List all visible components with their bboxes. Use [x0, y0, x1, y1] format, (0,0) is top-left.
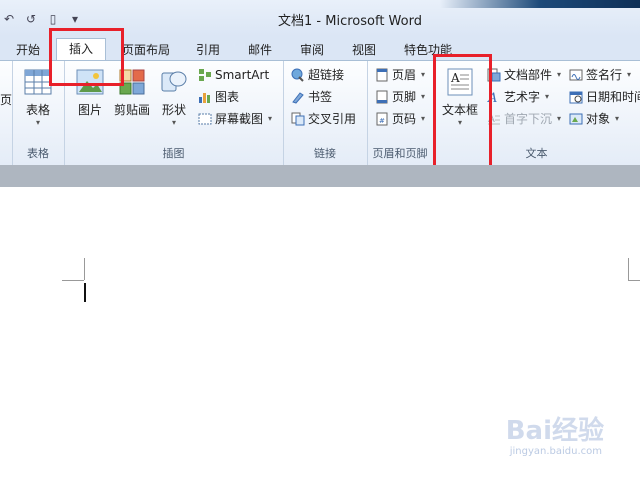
calendar-icon [569, 90, 583, 104]
tab-page-layout[interactable]: 页面布局 [118, 40, 174, 60]
chart-label: 图表 [215, 90, 240, 104]
header-button[interactable]: 页眉 ▾ [375, 66, 425, 84]
tab-view[interactable]: 视图 [344, 40, 384, 60]
object-label: 对象 [586, 112, 611, 126]
chevron-down-icon: ▾ [557, 114, 562, 123]
watermark-logo: Bai经验 [505, 416, 604, 446]
cross-reference-label: 交叉引用 [308, 112, 357, 126]
shapes-icon [159, 67, 189, 97]
group-links: 超链接 书签 交叉引用 链接 [283, 61, 368, 165]
chevron-down-icon: ▾ [557, 70, 562, 79]
bookmark-button[interactable]: 书签 [291, 88, 332, 106]
title-bar-decoration [440, 0, 640, 8]
hyperlink-button[interactable]: 超链接 [291, 66, 344, 84]
smartart-icon [198, 68, 212, 82]
globe-link-icon [291, 68, 305, 82]
wordart-button[interactable]: A 艺术字 ▾ [487, 88, 549, 106]
group-header-footer: 页眉 ▾ 页脚 ▾ # 页码 ▾ 页眉和页脚 [367, 61, 434, 165]
header-label: 页眉 [392, 68, 417, 82]
bookmark-icon [291, 90, 305, 104]
drop-cap-label: 首字下沉 [504, 112, 553, 126]
chart-icon [198, 90, 212, 104]
chevron-down-icon: ▾ [421, 114, 426, 123]
screenshot-label: 屏幕截图 [215, 112, 264, 126]
signature-line-button[interactable]: 签名行 ▾ [569, 66, 631, 84]
smartart-button[interactable]: SmartArt [198, 66, 269, 84]
screenshot-icon [198, 112, 212, 126]
clipart-label: 剪贴画 [113, 103, 150, 117]
text-cursor [84, 283, 86, 302]
wordart-label: 艺术字 [504, 90, 541, 104]
object-button[interactable]: 对象 ▾ [569, 110, 619, 128]
date-time-button[interactable]: 日期和时间 [569, 88, 640, 106]
chevron-down-icon: ▾ [627, 70, 632, 79]
highlight-textbox-button [433, 54, 492, 168]
tab-references[interactable]: 引用 [188, 40, 228, 60]
chevron-down-icon: ▾ [421, 92, 426, 101]
pages-cut-label: 页 [0, 93, 13, 107]
page-number-icon: # [375, 112, 389, 126]
bookmark-label: 书签 [308, 90, 333, 104]
signature-line-label: 签名行 [586, 68, 623, 82]
chart-button[interactable]: 图表 [198, 88, 239, 106]
margin-corner-mark-right-h [628, 280, 640, 281]
chevron-down-icon: ▾ [268, 114, 273, 123]
table-button-label: 表格 [25, 103, 50, 117]
footer-icon [375, 90, 389, 104]
page-number-button[interactable]: # 页码 ▾ [375, 110, 425, 128]
margin-corner-mark-left-v [84, 258, 85, 280]
screenshot-button[interactable]: 屏幕截图 ▾ [198, 110, 272, 128]
highlight-insert-tab [49, 28, 124, 86]
tab-home[interactable]: 开始 [8, 40, 48, 60]
date-time-label: 日期和时间 [586, 90, 640, 104]
cross-reference-icon [291, 112, 305, 126]
group-label-header-footer: 页眉和页脚 [372, 147, 428, 160]
shapes-button[interactable]: 形状 ▾ [154, 67, 194, 128]
ribbon-document-separator [0, 165, 640, 187]
svg-text:#: # [379, 117, 385, 125]
chevron-down-icon: ▾ [421, 70, 426, 79]
smartart-label: SmartArt [215, 68, 270, 82]
shapes-label: 形状 [161, 103, 186, 117]
footer-label: 页脚 [392, 90, 417, 104]
header-icon [375, 68, 389, 82]
chevron-down-icon: ▾ [171, 118, 176, 127]
margin-corner-mark-right-v [628, 258, 629, 280]
footer-button[interactable]: 页脚 ▾ [375, 88, 425, 106]
window-title: 文档1 - Microsoft Word [278, 14, 422, 29]
tab-review[interactable]: 审阅 [292, 40, 332, 60]
chevron-down-icon: ▾ [615, 114, 620, 123]
drop-cap-button[interactable]: A 首字下沉 ▾ [487, 110, 561, 128]
group-label-links: 链接 [314, 147, 336, 160]
watermark-url: jingyan.baidu.com [509, 446, 602, 457]
cross-reference-button[interactable]: 交叉引用 [291, 110, 356, 128]
quick-parts-label: 文档部件 [504, 68, 553, 82]
chevron-down-icon: ▾ [35, 118, 40, 127]
signature-line-icon [569, 68, 583, 82]
object-icon [569, 112, 583, 126]
margin-corner-mark-left-h [62, 280, 84, 281]
quick-parts-button[interactable]: 文档部件 ▾ [487, 66, 561, 84]
tab-mailings[interactable]: 邮件 [240, 40, 280, 60]
group-label-illustrations: 插图 [162, 147, 185, 160]
picture-label: 图片 [77, 103, 102, 117]
chevron-down-icon: ▾ [545, 92, 550, 101]
group-label-tables: 表格 [27, 147, 49, 160]
hyperlink-label: 超链接 [308, 68, 345, 82]
page-number-label: 页码 [392, 112, 417, 126]
